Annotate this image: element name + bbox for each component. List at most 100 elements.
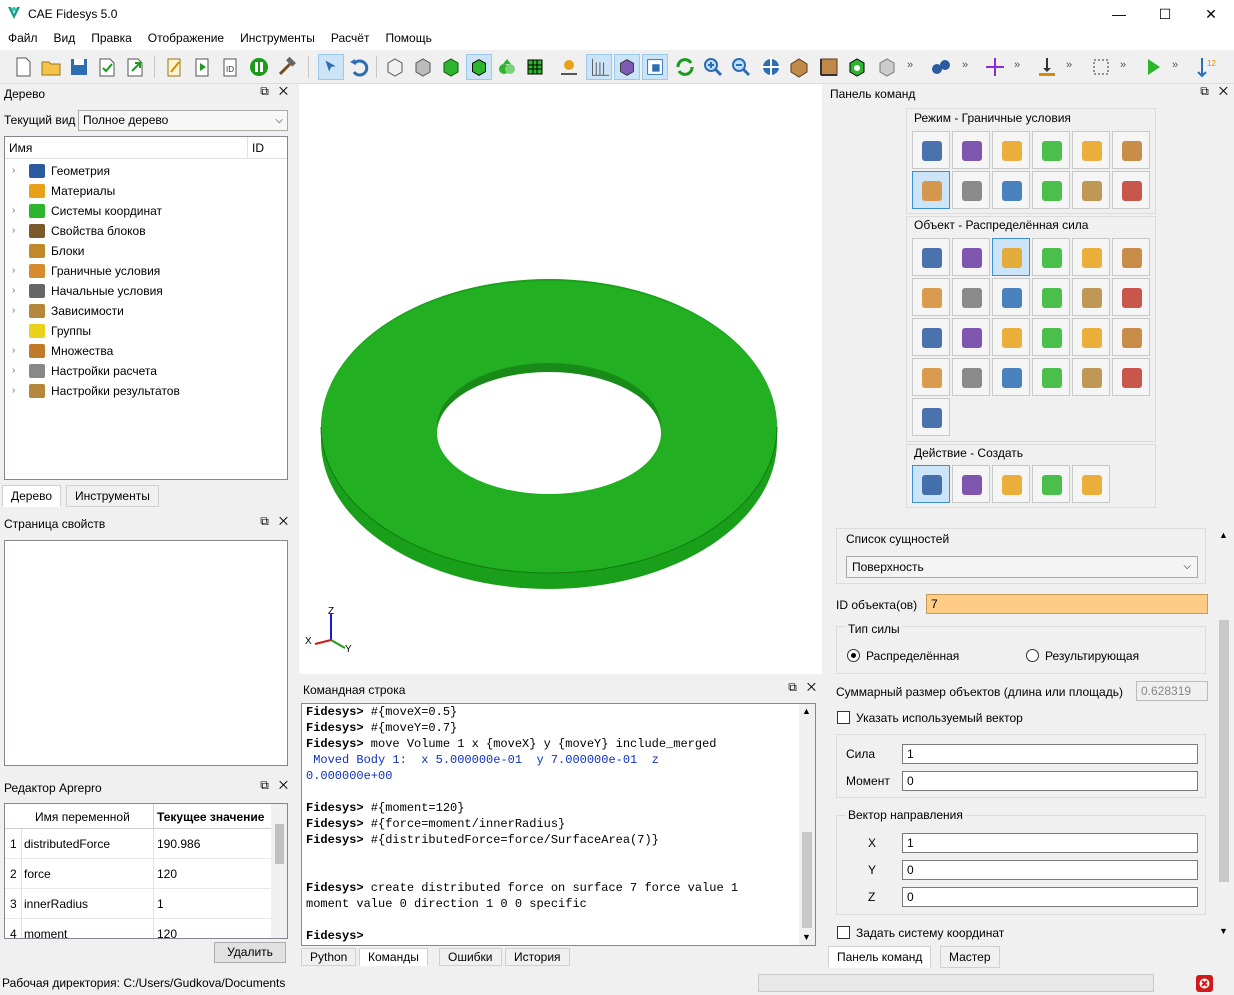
export-icon[interactable]: [122, 54, 148, 80]
green-cube-icon[interactable]: [844, 54, 870, 80]
aprepro-row[interactable]: 2 force 120: [5, 859, 271, 889]
zoom-out-icon[interactable]: [728, 54, 754, 80]
acceleration-icon[interactable]: [992, 278, 1030, 316]
spacer-icon[interactable]: [1072, 278, 1110, 316]
tab-python[interactable]: Python: [301, 948, 357, 966]
expand-arrow-icon[interactable]: ›: [12, 281, 15, 301]
maximize-button[interactable]: ☐: [1142, 0, 1188, 28]
tree-col-name[interactable]: Имя: [9, 141, 32, 155]
coordinate-system-mode-icon[interactable]: [1032, 131, 1070, 169]
expand-arrow-icon[interactable]: ›: [12, 381, 15, 401]
radio-distributed[interactable]: [847, 649, 860, 662]
moment-input[interactable]: 0: [902, 771, 1198, 791]
inspect-mode-icon[interactable]: [1112, 171, 1150, 209]
star-source-icon[interactable]: [992, 358, 1030, 396]
error-icon[interactable]: [1196, 975, 1213, 992]
aprepro-panel-controls[interactable]: ⧉ ✕: [260, 778, 288, 793]
aprepro-row[interactable]: 3 innerRadius 1: [5, 889, 271, 919]
command-panel-controls[interactable]: ⧉ ✕: [788, 680, 816, 695]
menu-edit[interactable]: Правка: [83, 28, 140, 50]
delete-button[interactable]: Удалить: [214, 942, 286, 963]
model-annulus[interactable]: [299, 84, 822, 674]
sets-mode-icon[interactable]: [1112, 131, 1150, 169]
window-view-icon[interactable]: [642, 54, 668, 80]
expand-arrow-icon[interactable]: ›: [12, 361, 15, 381]
menu-tools[interactable]: Инструменты: [232, 28, 323, 50]
menu-file[interactable]: Файл: [0, 28, 46, 50]
expand-arrow-icon[interactable]: ›: [12, 341, 15, 361]
direction-y-input[interactable]: 0: [902, 860, 1198, 880]
menu-display[interactable]: Отображение: [140, 28, 232, 50]
shaded-edges-icon[interactable]: [466, 54, 492, 80]
add-point-icon[interactable]: [982, 54, 1008, 80]
open-folder-icon[interactable]: [38, 54, 64, 80]
initial-conditions-mode-icon[interactable]: [952, 171, 990, 209]
right-panel-controls[interactable]: ⧉ ✕: [1200, 84, 1228, 99]
use-vector-checkbox[interactable]: [837, 711, 850, 724]
distributed-force-icon[interactable]: [992, 238, 1030, 276]
pause-icon[interactable]: [246, 54, 272, 80]
hammer-icon[interactable]: [274, 54, 300, 80]
rotation-icon[interactable]: [952, 358, 990, 396]
bounding-box-icon[interactable]: [1088, 54, 1114, 80]
run-script-icon[interactable]: [190, 54, 216, 80]
tab-command-panel[interactable]: Панель команд: [828, 946, 932, 968]
angular-velocity-icon[interactable]: [952, 278, 990, 316]
zoom-in-icon[interactable]: [700, 54, 726, 80]
radio-resulting[interactable]: [1026, 649, 1039, 662]
aprepro-row[interactable]: 4 moment 120: [5, 919, 271, 938]
refresh-icon[interactable]: [672, 54, 698, 80]
displacement-icon[interactable]: [1112, 278, 1150, 316]
force-input[interactable]: 1: [902, 744, 1198, 764]
expand-arrow-icon[interactable]: ›: [12, 301, 15, 321]
gravity-icon[interactable]: [1072, 238, 1110, 276]
dependencies-mode-icon[interactable]: [992, 171, 1030, 209]
modify-action-icon[interactable]: [952, 465, 990, 503]
results-mode-icon[interactable]: [1072, 171, 1110, 209]
tab-tools[interactable]: Инструменты: [66, 485, 159, 507]
axes-grid-icon[interactable]: [586, 54, 612, 80]
direction-x-input[interactable]: 1: [902, 833, 1198, 853]
tree-panel-controls[interactable]: ⧉ ✕: [260, 84, 288, 99]
transparent-view-icon[interactable]: [494, 54, 520, 80]
fixed-support-icon[interactable]: [1112, 238, 1150, 276]
id-script-icon[interactable]: ID: [218, 54, 244, 80]
point-source-icon[interactable]: [1072, 318, 1110, 356]
expand-arrow-icon[interactable]: ›: [12, 261, 15, 281]
nodes-icon[interactable]: [556, 54, 582, 80]
save-icon[interactable]: [66, 54, 92, 80]
close-button[interactable]: ✕: [1188, 0, 1234, 28]
tree-view[interactable]: Имя ID › Геометрия Материалы › Системы коорд…: [4, 136, 288, 480]
command-output[interactable]: Fidesys> #{moveX=0.5} Fidesys> #{moveY=0.…: [301, 703, 816, 946]
properties-panel-controls[interactable]: ⧉ ✕: [260, 514, 288, 529]
variable-value[interactable]: 1: [157, 897, 164, 911]
variable-name[interactable]: innerRadius: [24, 897, 88, 911]
tree-col-id[interactable]: ID: [252, 141, 264, 155]
mesh-mode-icon[interactable]: [952, 131, 990, 169]
minimize-button[interactable]: —: [1096, 0, 1142, 28]
aprepro-col-name[interactable]: Имя переменной: [35, 810, 130, 824]
heat-flux-icon[interactable]: [992, 318, 1030, 356]
radiation-icon[interactable]: [1032, 318, 1070, 356]
current-view-select[interactable]: Полное дерево ⌵: [78, 110, 288, 131]
delete-action-icon[interactable]: [1072, 465, 1110, 503]
variable-name[interactable]: distributedForce: [24, 837, 110, 851]
velocity-icon[interactable]: [912, 278, 950, 316]
expand-arrow-icon[interactable]: ›: [12, 161, 15, 181]
command-scrollbar[interactable]: ▲ ▼: [799, 704, 815, 945]
menu-help[interactable]: Помощь: [377, 28, 439, 50]
expand-arrow-icon[interactable]: ›: [12, 221, 15, 241]
list-action-icon[interactable]: [992, 465, 1030, 503]
run-icon[interactable]: [1140, 54, 1166, 80]
materials-mode-icon[interactable]: [992, 131, 1030, 169]
shaded-view-icon[interactable]: [438, 54, 464, 80]
contact-icon[interactable]: [1032, 278, 1070, 316]
aprepro-row[interactable]: 1 distributedForce 190.986: [5, 829, 271, 859]
blocks-mode-icon[interactable]: [1072, 131, 1110, 169]
pressure-icon[interactable]: [912, 238, 950, 276]
direction-z-input[interactable]: 0: [902, 887, 1198, 907]
object-id-input[interactable]: 7: [926, 594, 1208, 614]
wireframe-view-icon[interactable]: [382, 54, 408, 80]
temperature-icon[interactable]: [912, 318, 950, 356]
menu-calculation[interactable]: Расчёт: [323, 28, 378, 50]
